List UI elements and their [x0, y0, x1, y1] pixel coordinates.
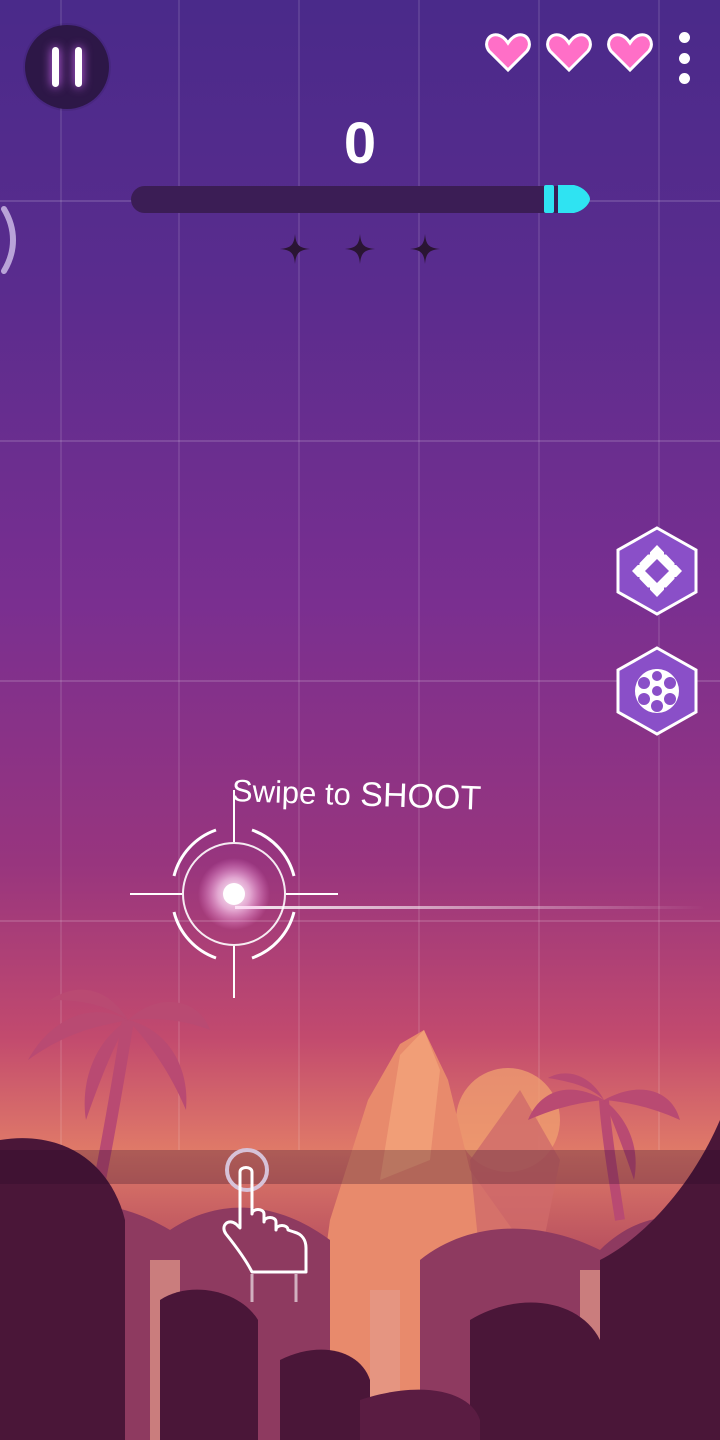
heart-icon	[607, 33, 653, 73]
diamond-powerup-icon	[632, 545, 682, 597]
grid-line	[0, 680, 720, 682]
hand-pointer-icon	[222, 1148, 308, 1302]
bullet-icon	[544, 185, 590, 213]
jungle-scenery	[0, 989, 720, 1440]
heart-icon	[546, 33, 592, 73]
menu-dot	[678, 32, 690, 43]
revolver-cylinder-icon	[635, 669, 679, 713]
star-icon	[345, 234, 375, 264]
star-icon	[280, 234, 310, 264]
heart-icon	[485, 33, 531, 73]
menu-dot	[678, 52, 690, 64]
menu-dot	[678, 73, 690, 84]
powerup-revolver-button[interactable]	[614, 645, 700, 737]
progress-bar	[131, 186, 586, 213]
more-options-button[interactable]	[672, 32, 696, 84]
game-screen[interactable]: 0 Swipe to SHOOT	[0, 0, 720, 1440]
tutorial-hint-action: SHOOT	[359, 775, 482, 818]
score-counter: 0	[343, 111, 377, 176]
pause-icon	[75, 47, 82, 87]
hit-lane	[0, 1150, 720, 1184]
pause-button[interactable]	[25, 25, 109, 109]
crosshair-icon[interactable]	[130, 788, 340, 1000]
side-ring-edge	[1, 206, 16, 274]
powerup-diamond-button[interactable]	[614, 525, 700, 617]
pause-icon	[52, 47, 59, 87]
grid-line	[0, 440, 720, 442]
grid-line	[0, 920, 720, 922]
star-icon	[410, 234, 440, 264]
